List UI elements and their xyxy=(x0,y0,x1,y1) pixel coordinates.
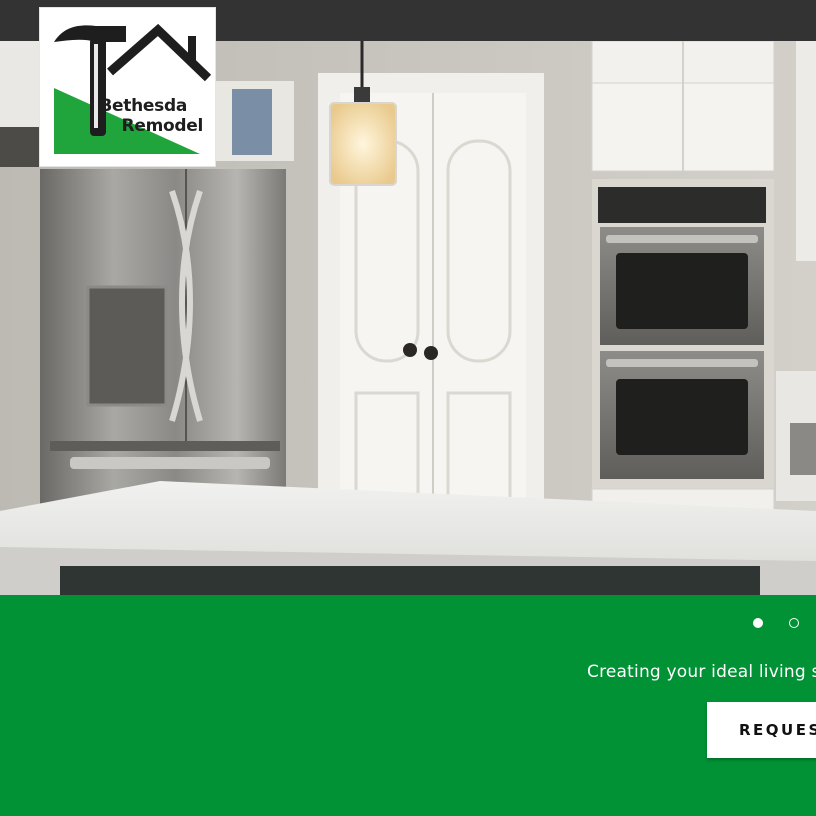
hammer-house-logo-icon xyxy=(54,23,212,154)
site-logo[interactable]: Bethesda Remodel xyxy=(39,7,216,167)
logo-text-line2: Remodel xyxy=(121,116,204,136)
slide-dot-1[interactable] xyxy=(753,618,763,628)
hero-caption-section: Creating your ideal living sp REQUEST xyxy=(0,595,816,816)
slide-dot-2[interactable] xyxy=(789,618,799,628)
page: Bethesda Remodel Creating your ideal liv… xyxy=(0,0,816,816)
logo-text-line1: Bethesda xyxy=(99,96,187,116)
slideshow-pagination xyxy=(696,616,816,632)
request-button[interactable]: REQUEST xyxy=(707,702,816,758)
hero-tagline: Creating your ideal living sp xyxy=(587,662,816,682)
